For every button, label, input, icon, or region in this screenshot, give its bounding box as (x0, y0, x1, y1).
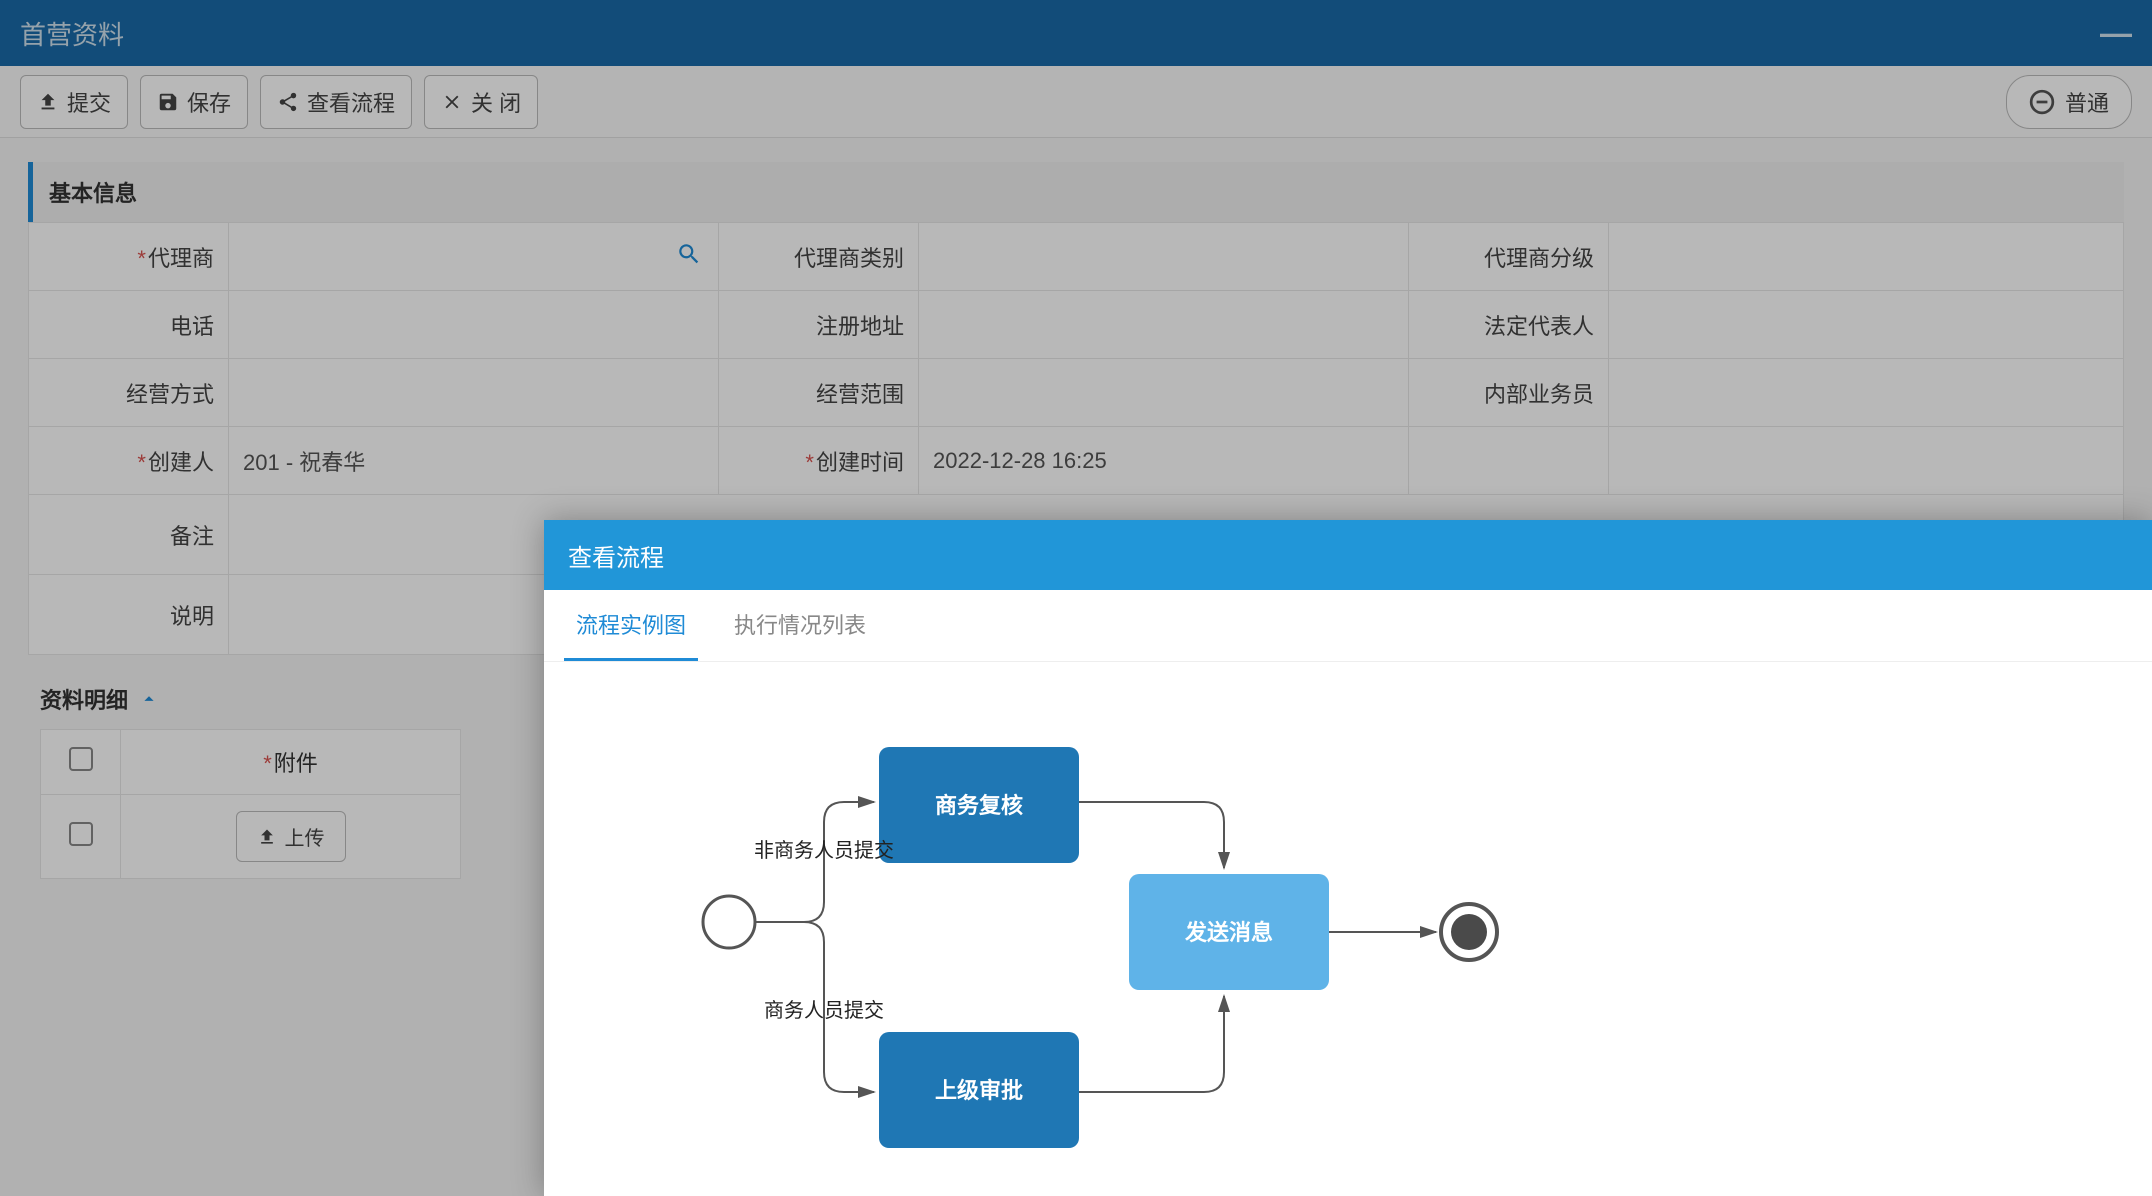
node-send-message-label: 发送消息 (1184, 920, 1273, 945)
node-superior-approval-label: 上级审批 (935, 1078, 1023, 1103)
tab-list[interactable]: 执行情况列表 (722, 590, 878, 661)
flowchart: 商务复核 上级审批 发送消息 非商务人员提交 商务人员提交 (664, 682, 1564, 1182)
dialog-header: 查看流程 (544, 520, 2152, 590)
dialog-body: 商务复核 上级审批 发送消息 非商务人员提交 商务人员提交 (544, 662, 2152, 1196)
node-end-inner (1451, 914, 1487, 950)
node-start (703, 896, 755, 948)
edge-start-n1-label: 非商务人员提交 (754, 839, 894, 862)
edge-start-n2-label: 商务人员提交 (764, 999, 884, 1022)
node-commercial-review-label: 商务复核 (935, 793, 1023, 818)
tab-diagram[interactable]: 流程实例图 (564, 590, 698, 661)
flow-dialog: 查看流程 流程实例图 执行情况列表 商务复核 上级审批 发送消息 (544, 520, 2152, 1196)
edge-n2-n3 (1079, 996, 1224, 1092)
edge-start-n1 (755, 802, 874, 922)
dialog-title: 查看流程 (568, 538, 664, 573)
edge-n1-n3 (1079, 802, 1224, 868)
dialog-tabs: 流程实例图 执行情况列表 (544, 590, 2152, 662)
